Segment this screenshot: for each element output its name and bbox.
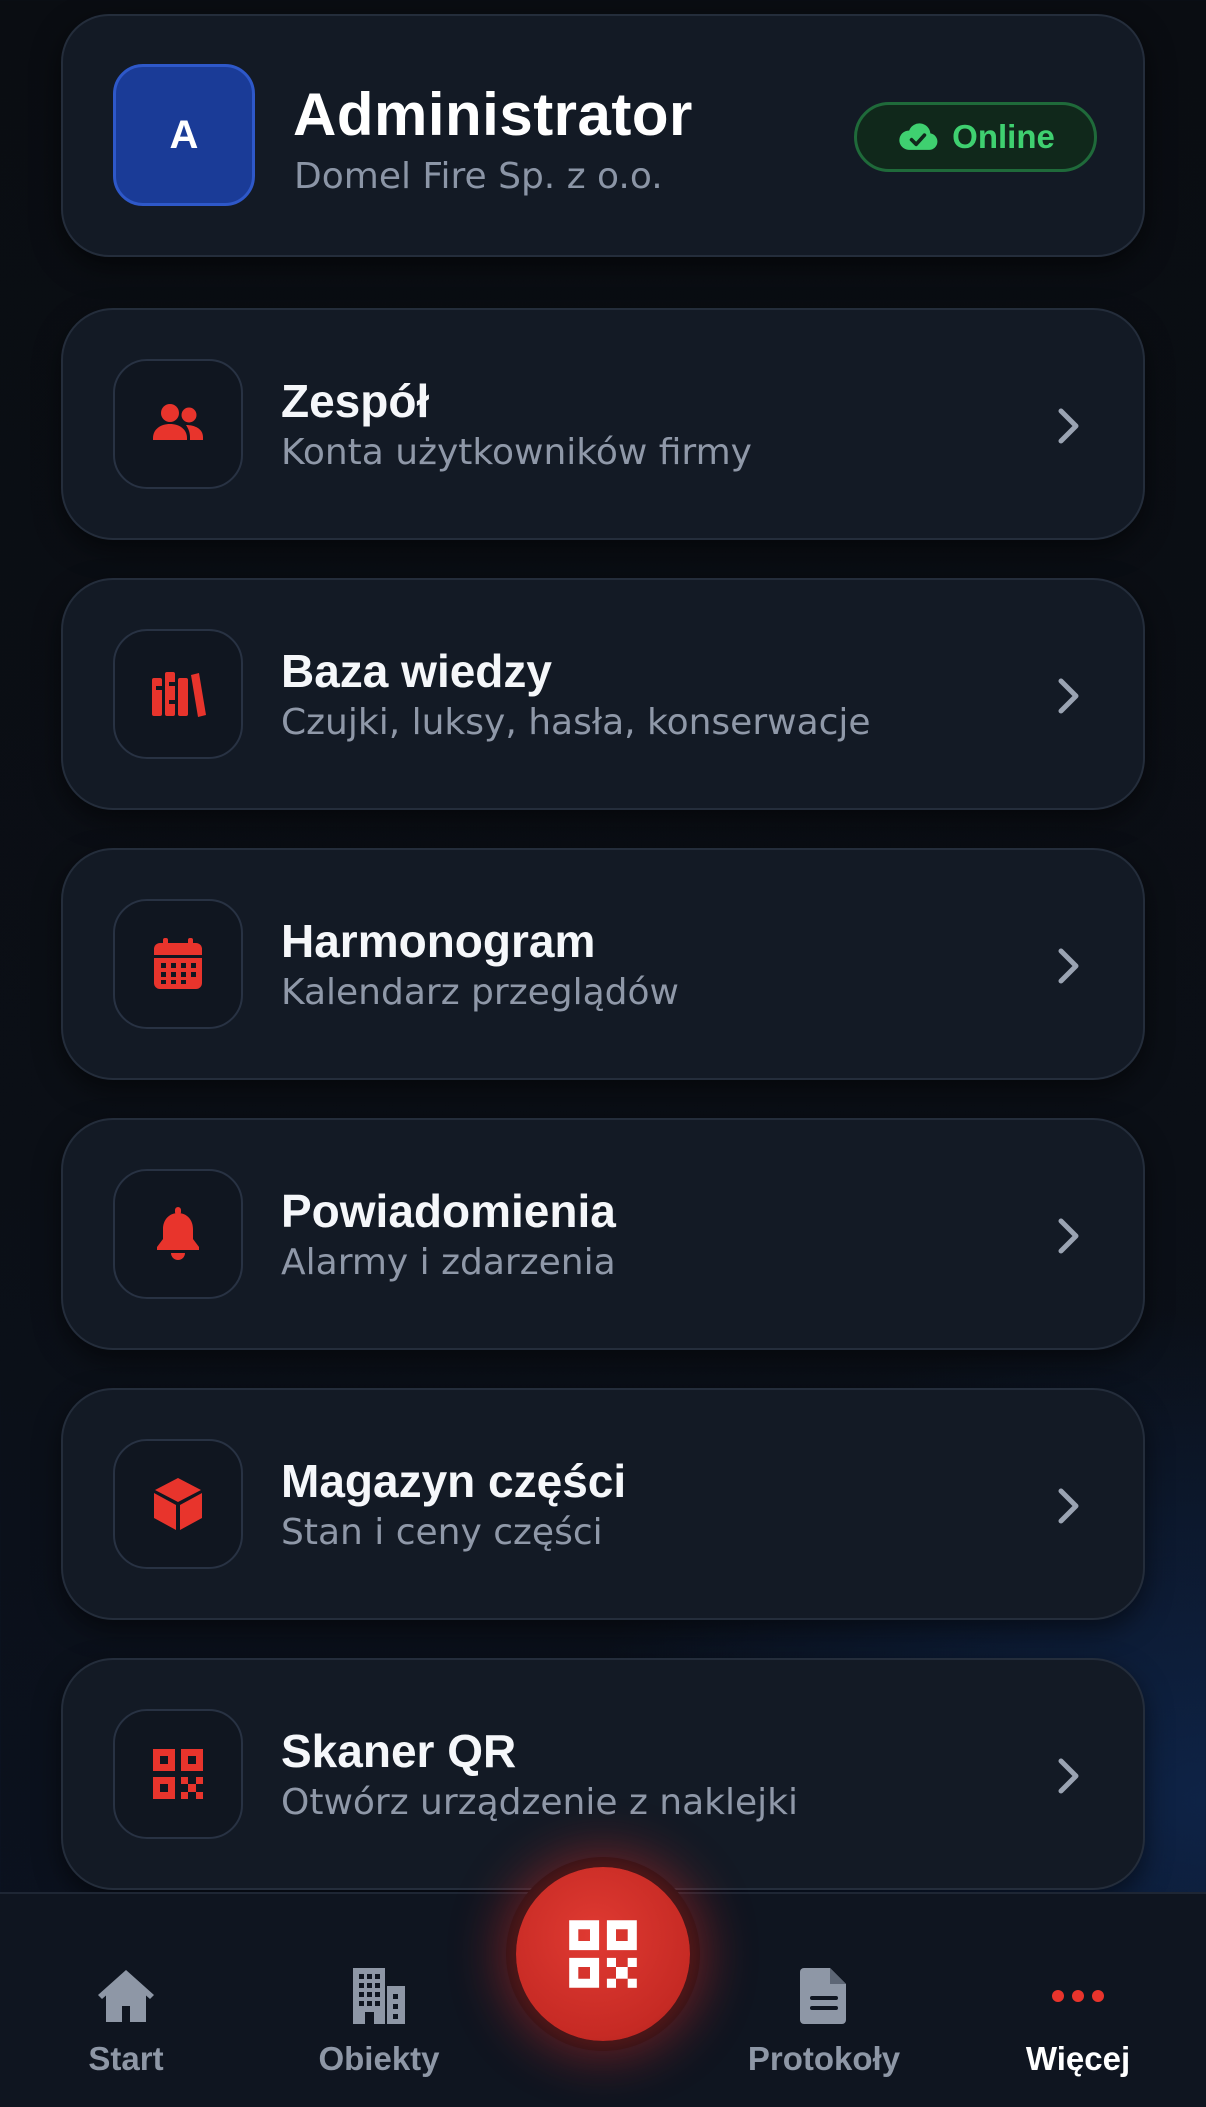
profile-company: Domel Fire Sp. z o.o. — [294, 156, 663, 197]
menu-icon-box — [113, 1439, 243, 1569]
avatar-letter: A — [169, 112, 199, 157]
bell-icon — [157, 1207, 199, 1260]
chevron-right-icon — [1058, 1218, 1079, 1254]
menu-item-subtitle: Czujki, luksy, hasła, konserwacje — [281, 702, 871, 743]
menu-item-knowledge-base[interactable]: Baza wiedzy Czujki, luksy, hasła, konser… — [61, 578, 1145, 810]
nav-label: Więcej — [1025, 2040, 1131, 2077]
menu-item-title: Baza wiedzy — [281, 645, 552, 697]
profile-card: A Administrator Domel Fire Sp. z o.o. On… — [61, 14, 1145, 257]
status-badge: Online — [854, 102, 1097, 172]
document-icon — [800, 1968, 846, 2024]
menu-item-subtitle: Kalendarz przeglądów — [281, 972, 679, 1013]
cloud-check-icon — [899, 123, 938, 150]
chevron-right-icon — [1058, 1758, 1079, 1794]
calendar-icon — [154, 938, 202, 989]
nav-label: Obiekty — [318, 2040, 440, 2077]
nav-item-more[interactable]: Więcej — [978, 1894, 1178, 2107]
books-icon — [152, 672, 206, 717]
menu-item-title: Harmonogram — [281, 915, 596, 967]
team-icon — [153, 404, 203, 440]
menu-icon-box — [113, 629, 243, 759]
menu-item-subtitle: Konta użytkowników firmy — [281, 432, 752, 473]
menu-item-subtitle: Stan i ceny części — [281, 1512, 603, 1553]
chevron-right-icon — [1058, 678, 1079, 714]
chevron-right-icon — [1058, 1488, 1079, 1524]
menu-item-qr-scanner[interactable]: Skaner QR Otwórz urządzenie z naklejki — [61, 1658, 1145, 1890]
menu-icon-box — [113, 1709, 243, 1839]
scan-qr-fab[interactable] — [516, 1867, 690, 2041]
avatar: A — [113, 64, 255, 206]
nav-label: Start — [88, 2040, 164, 2077]
menu-item-parts-warehouse[interactable]: Magazyn części Stan i ceny części — [61, 1388, 1145, 1620]
nav-item-objects[interactable]: Obiekty — [279, 1894, 479, 2107]
menu-item-team[interactable]: Zespół Konta użytkowników firmy — [61, 308, 1145, 540]
menu-item-schedule[interactable]: Harmonogram Kalendarz przeglądów — [61, 848, 1145, 1080]
building-icon — [353, 1968, 405, 2024]
qr-code-icon — [153, 1749, 203, 1799]
menu-item-title: Skaner QR — [281, 1725, 517, 1777]
menu-item-subtitle: Otwórz urządzenie z naklejki — [281, 1782, 799, 1823]
nav-item-start[interactable]: Start — [26, 1894, 226, 2107]
box-icon — [154, 1478, 202, 1530]
menu-icon-box — [113, 359, 243, 489]
qr-code-icon — [569, 1920, 637, 1988]
profile-name: Administrator — [293, 81, 693, 148]
chevron-right-icon — [1058, 948, 1079, 984]
chevron-right-icon — [1058, 408, 1079, 444]
more-dots-icon — [1052, 1990, 1104, 2002]
menu-item-title: Powiadomienia — [281, 1185, 616, 1237]
menu-item-subtitle: Alarmy i zdarzenia — [281, 1242, 616, 1283]
menu-item-title: Zespół — [281, 375, 430, 427]
nav-label: Protokoły — [747, 2040, 901, 2077]
menu-icon-box — [113, 899, 243, 1029]
home-icon — [98, 1970, 154, 2022]
menu-item-notifications[interactable]: Powiadomienia Alarmy i zdarzenia — [61, 1118, 1145, 1350]
nav-item-protocols[interactable]: Protokoły — [724, 1894, 924, 2107]
menu-item-title: Magazyn części — [281, 1455, 627, 1507]
status-label: Online — [952, 118, 1055, 155]
menu-icon-box — [113, 1169, 243, 1299]
